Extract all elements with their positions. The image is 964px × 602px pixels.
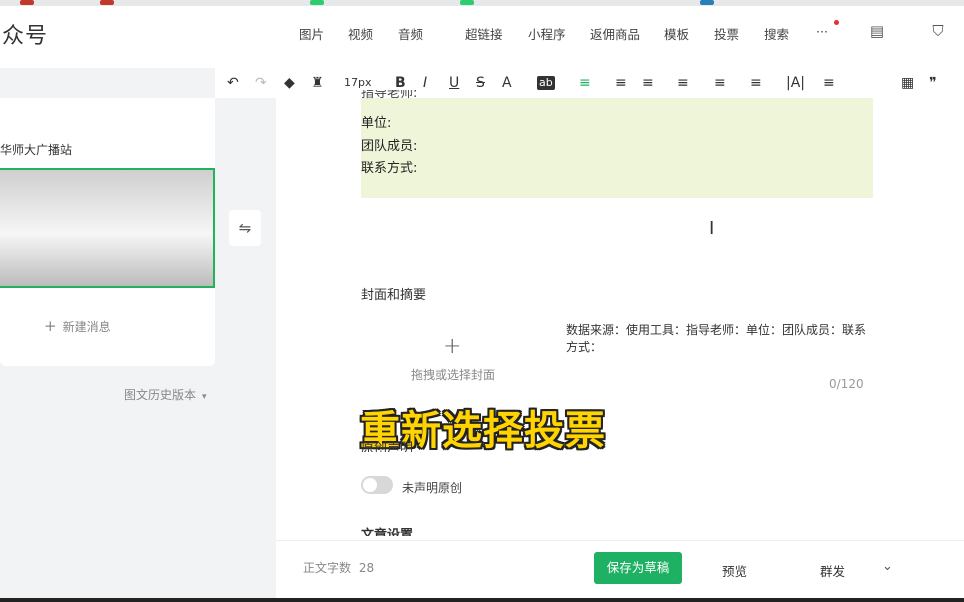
tab-favicon: [310, 0, 324, 5]
nav-search[interactable]: 搜索: [764, 24, 789, 43]
brand-title: 众号: [2, 24, 49, 49]
tab-favicon: [20, 0, 34, 5]
cover-select-label[interactable]: 拖拽或选择封面: [411, 366, 495, 383]
nav-mini-program[interactable]: 小程序: [528, 24, 566, 43]
field-advisor-partial: 指导老师:: [361, 90, 417, 100]
preview-button[interactable]: 预览: [722, 561, 747, 580]
letter-spacing-button[interactable]: |A|: [786, 74, 805, 92]
word-count-value: 28: [358, 561, 375, 575]
account-title: 华师大广播站: [0, 143, 73, 157]
quote-icon[interactable]: ❞: [929, 74, 937, 92]
word-count-label: 正文字数: [303, 561, 352, 575]
original-declaration-heading: 原创声明: [361, 441, 413, 452]
article-settings-text: 文章设置: [361, 528, 414, 536]
bullet-list-button[interactable]: ≡: [823, 74, 835, 92]
underline-button[interactable]: U: [449, 74, 459, 92]
abstract-counter: 0/120: [829, 377, 864, 391]
abstract-textarea[interactable]: 数据来源：使用工具：指导老师：单位：团队成员：联系方式：: [566, 322, 872, 356]
new-message-button[interactable]: + 新建消息: [44, 317, 111, 335]
article-cover-thumbnail[interactable]: [0, 168, 215, 288]
nav-vote[interactable]: 投票: [714, 24, 739, 43]
field-unit: 单位:: [361, 116, 392, 131]
word-count: 正文字数 28: [303, 559, 374, 576]
cover-abstract-heading: 封面和摘要: [361, 288, 427, 303]
italic-button[interactable]: I: [423, 74, 427, 92]
shield-icon[interactable]: ⛉: [929, 22, 947, 40]
save-draft-button[interactable]: 保存为草稿: [594, 552, 682, 584]
nav-image[interactable]: 图片: [299, 24, 324, 43]
nav-template[interactable]: 模板: [664, 24, 689, 43]
strikethrough-button[interactable]: S: [476, 74, 485, 92]
history-label: 图文历史版本: [124, 388, 197, 402]
plus-icon: +: [44, 317, 57, 335]
screen-bottom-edge: [0, 598, 964, 602]
field-team-members: 团队成员:: [361, 139, 418, 154]
nav-hyperlink[interactable]: 超链接: [465, 24, 503, 43]
field-contact: 联系方式:: [361, 161, 418, 176]
document-icon[interactable]: ▤: [868, 22, 886, 40]
highlighted-block: [361, 98, 873, 198]
publish-button[interactable]: 群发: [820, 561, 845, 580]
font-color-button[interactable]: A: [502, 74, 512, 92]
nav-video[interactable]: 视频: [348, 24, 373, 43]
format-painter-icon[interactable]: ◆: [284, 74, 295, 92]
format-toolbar: ↶ ↷ ◆ ♜ 17px B I U S A ab ≡ ≡ ≡ ≡ ≡ ≡ |A…: [215, 68, 964, 98]
text-cursor-icon: Ι: [709, 218, 715, 239]
paragraph-spacing-button[interactable]: ≡: [714, 74, 726, 92]
original-toggle[interactable]: [361, 476, 393, 494]
article-settings-heading: 文章设置: [361, 524, 413, 536]
new-message-label: 新建消息: [62, 320, 111, 334]
original-declaration-text: 原创声明: [361, 441, 414, 452]
tab-favicon: [460, 0, 474, 5]
original-toggle-label: 未声明原创: [402, 481, 463, 495]
highlight-button[interactable]: ab: [537, 76, 555, 90]
align-button[interactable]: ≡: [579, 74, 591, 92]
align-center-button[interactable]: ≡: [642, 74, 654, 92]
clear-format-icon[interactable]: ♜: [311, 74, 324, 92]
chevron-down-icon[interactable]: ⌄: [882, 559, 893, 574]
indent-button[interactable]: ≡: [615, 74, 627, 92]
field-advisor-text: 指导老师:: [361, 90, 418, 100]
swap-icon[interactable]: ⇋: [229, 210, 261, 246]
tab-favicon: [100, 0, 114, 5]
nav-commission-goods[interactable]: 返佣商品: [590, 24, 640, 43]
notification-dot: [834, 20, 839, 25]
history-versions-button[interactable]: 图文历史版本 ▾: [124, 386, 207, 403]
tab-favicon: [700, 0, 714, 5]
add-cover-icon[interactable]: +: [443, 334, 461, 359]
nav-more[interactable]: ···: [816, 24, 828, 39]
line-height-button[interactable]: ≡: [677, 74, 689, 92]
nav-audio[interactable]: 音频: [398, 24, 423, 43]
table-icon[interactable]: ▦: [901, 74, 914, 92]
caret-down-icon: ▾: [202, 392, 207, 402]
redo-icon[interactable]: ↷: [255, 74, 267, 92]
undo-icon[interactable]: ↶: [227, 74, 239, 92]
list-button[interactable]: ≡: [750, 74, 762, 92]
